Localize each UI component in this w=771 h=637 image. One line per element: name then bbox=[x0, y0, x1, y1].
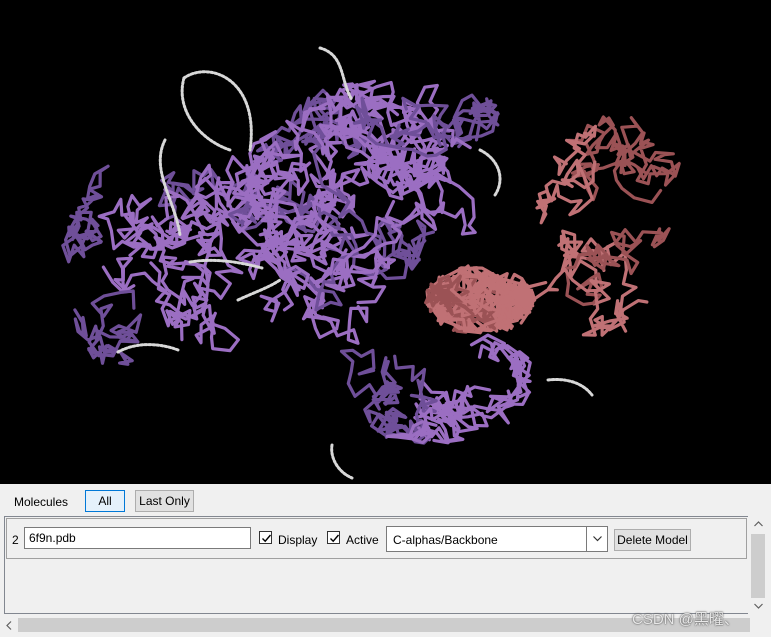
unresolved-loop bbox=[236, 278, 282, 302]
molecule-index: 2 bbox=[12, 533, 19, 547]
active-checkbox[interactable] bbox=[327, 531, 340, 544]
backbone-strand bbox=[437, 93, 500, 149]
backbone-strand bbox=[469, 333, 532, 414]
backbone-strand bbox=[339, 348, 416, 439]
protein-structure-render bbox=[61, 46, 681, 480]
backbone-strand bbox=[301, 257, 387, 345]
molecules-label: Molecules bbox=[14, 495, 69, 509]
chevron-down-icon[interactable] bbox=[586, 527, 607, 551]
molecule-list: 2 6f9n.pdb Display Active C-alphas/Backb… bbox=[4, 516, 748, 614]
molecules-toolbar: Molecules All Last Only bbox=[0, 484, 771, 516]
vertical-scroll-thumb[interactable] bbox=[751, 534, 765, 598]
backbone-strand bbox=[73, 289, 143, 366]
scroll-left-icon[interactable] bbox=[0, 616, 18, 634]
unresolved-loop bbox=[182, 70, 253, 152]
unresolved-loop bbox=[546, 378, 594, 397]
display-label: Display bbox=[278, 533, 318, 547]
checkmark-icon bbox=[262, 534, 272, 543]
last-only-button[interactable]: Last Only bbox=[135, 490, 194, 512]
scroll-down-icon[interactable] bbox=[749, 598, 767, 614]
unresolved-loop bbox=[330, 443, 354, 480]
molecule-filename-field[interactable]: 6f9n.pdb bbox=[24, 527, 251, 549]
vertical-scrollbar[interactable] bbox=[749, 516, 767, 614]
representation-value: C-alphas/Backbone bbox=[393, 533, 498, 547]
watermark: CSDN @黑曜、 bbox=[632, 611, 739, 628]
checkmark-icon bbox=[330, 534, 340, 543]
molecule-row: 2 6f9n.pdb Display Active C-alphas/Backb… bbox=[6, 518, 747, 559]
unresolved-loop bbox=[478, 148, 502, 197]
delete-model-button[interactable]: Delete Model bbox=[614, 529, 691, 551]
representation-select[interactable]: C-alphas/Backbone bbox=[386, 526, 608, 552]
backbone-strand bbox=[584, 115, 681, 186]
unresolved-loop bbox=[116, 343, 180, 354]
scroll-up-icon[interactable] bbox=[749, 516, 767, 532]
display-checkbox[interactable] bbox=[259, 531, 272, 544]
all-button[interactable]: All bbox=[85, 490, 125, 512]
molecule-viewer[interactable] bbox=[0, 0, 771, 484]
main-chain-trace bbox=[61, 79, 532, 445]
active-label: Active bbox=[346, 533, 379, 547]
unresolved-loop bbox=[180, 76, 232, 152]
backbone-strand bbox=[564, 227, 671, 307]
backbone-strand bbox=[97, 194, 193, 260]
